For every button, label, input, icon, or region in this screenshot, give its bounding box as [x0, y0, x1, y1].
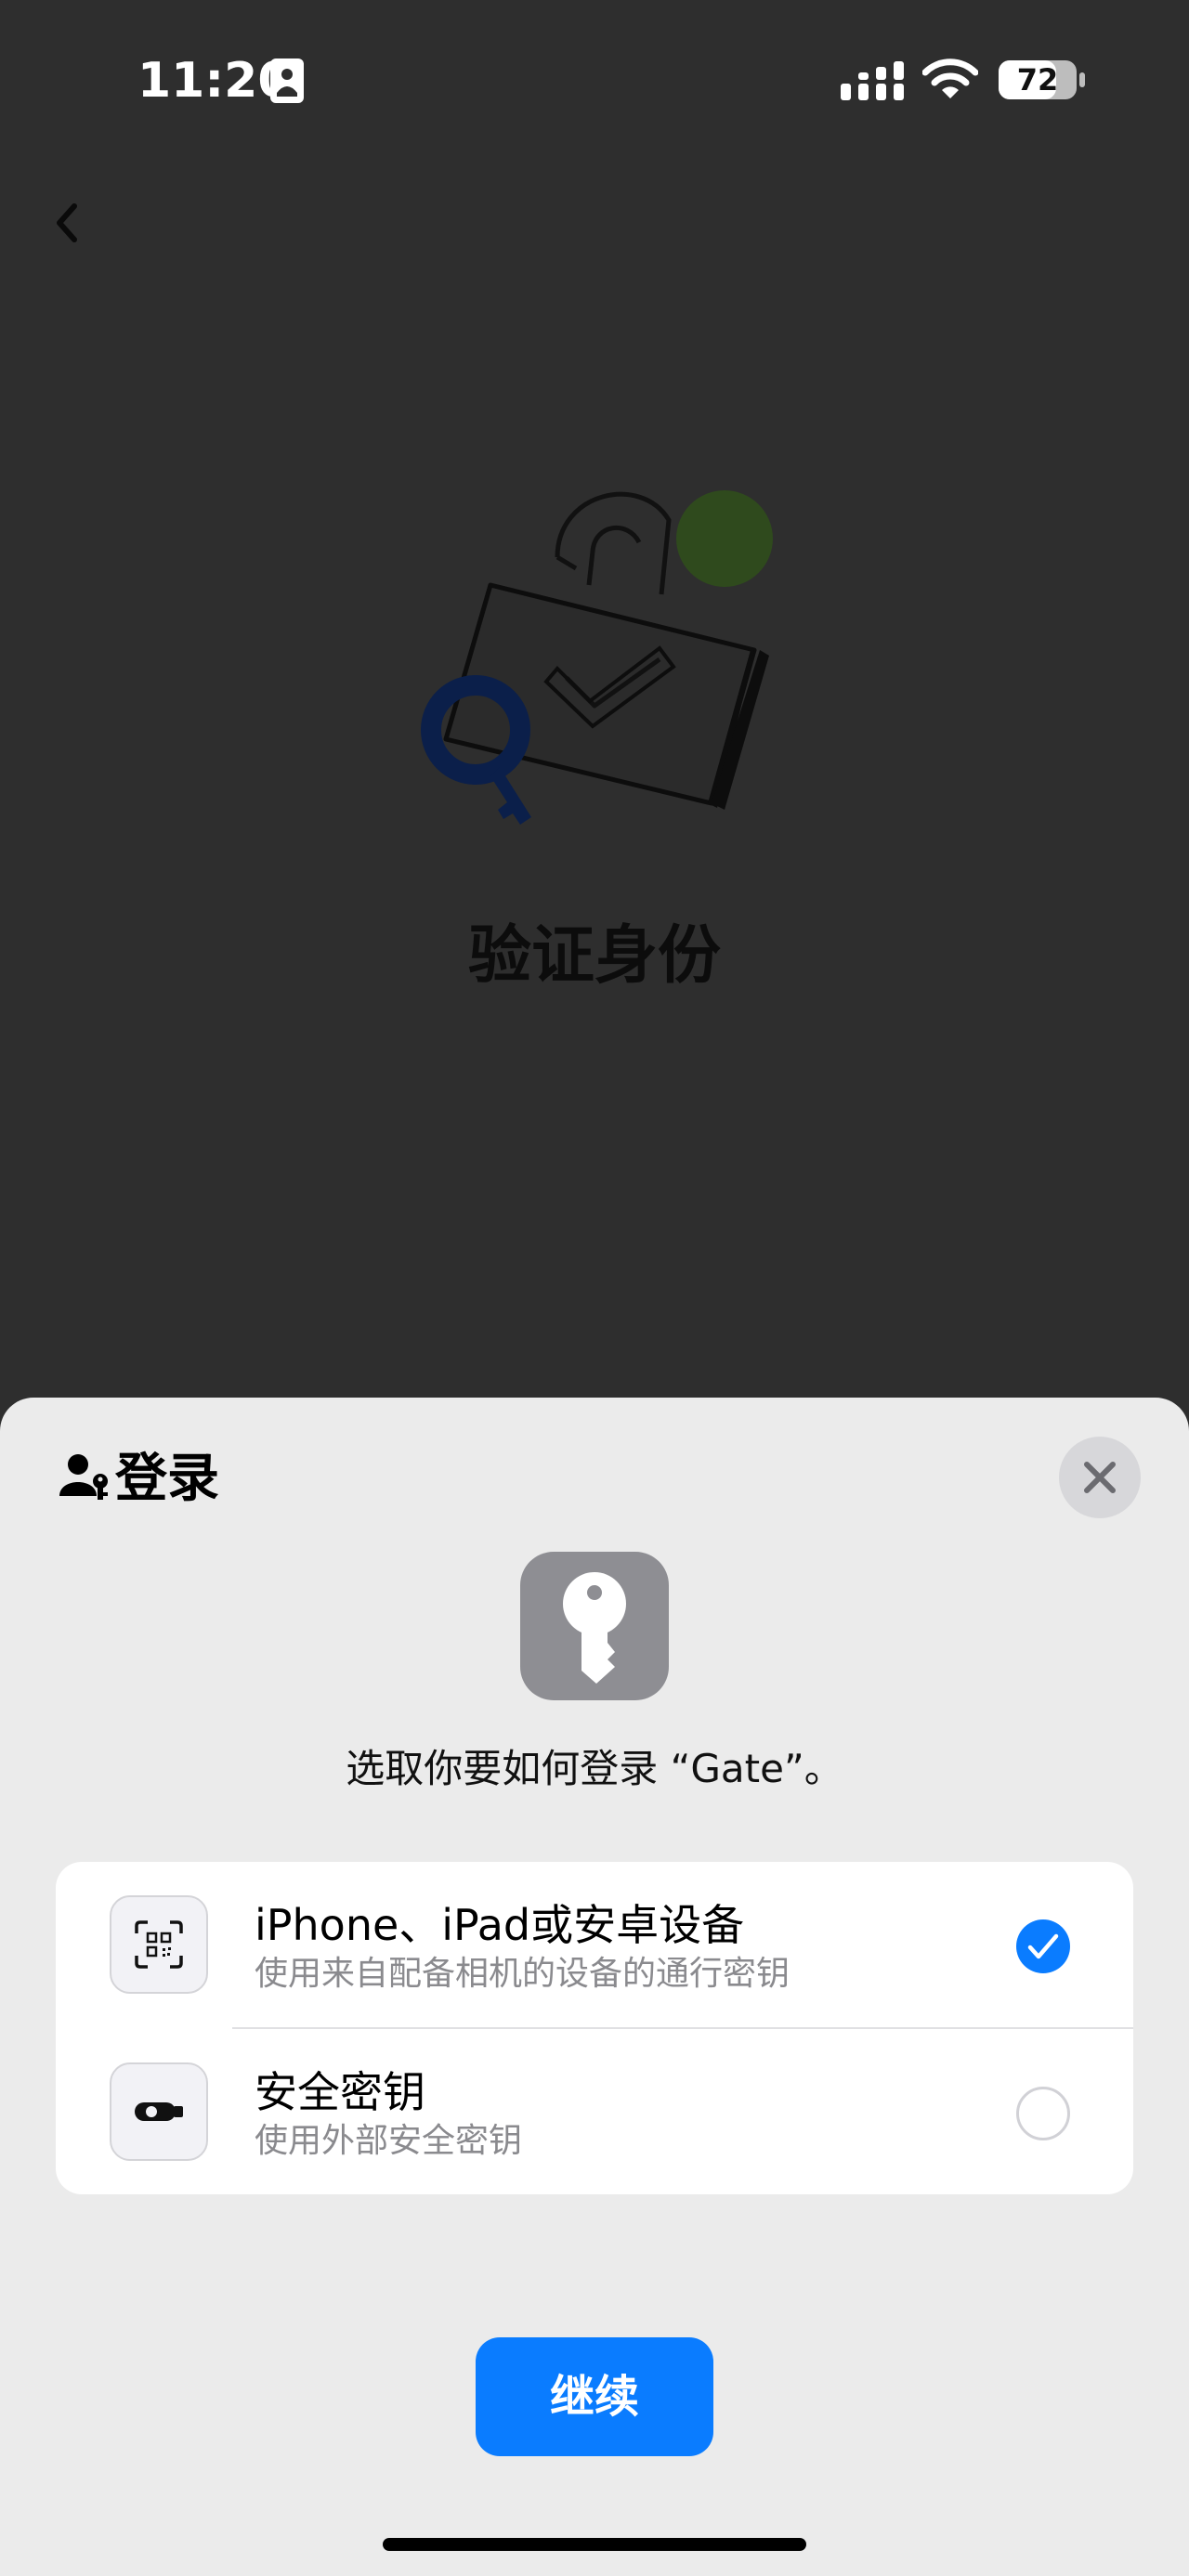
- option-icon-box: [110, 2062, 208, 2161]
- continue-button[interactable]: 继续: [476, 2337, 713, 2456]
- back-chevron-icon[interactable]: [48, 195, 85, 251]
- sign-in-sheet: 登录 选取你要如何登录 “Gate”。 iPhone、iPad或安卓设备 使用来…: [0, 1398, 1189, 2576]
- close-button[interactable]: [1059, 1437, 1141, 1518]
- option-subtitle: 使用来自配备相机的设备的通行密钥: [255, 1955, 790, 1993]
- unselected-radio[interactable]: [1016, 2087, 1070, 2140]
- lock-key-illustration: [421, 490, 773, 825]
- cellular-signal-icon: [841, 61, 904, 100]
- option-title: iPhone、iPad或安卓设备: [255, 1900, 745, 1950]
- close-icon: [1084, 1462, 1116, 1493]
- option-phone-device[interactable]: iPhone、iPad或安卓设备 使用来自配备相机的设备的通行密钥: [56, 1862, 1133, 2027]
- person-key-icon: [59, 1454, 108, 1500]
- status-time: 11:20: [137, 53, 292, 109]
- option-subtitle: 使用外部安全密钥: [255, 2122, 523, 2160]
- home-indicator[interactable]: [383, 2538, 806, 2551]
- key-icon: [563, 1572, 626, 1684]
- sheet-header-label: 登录: [115, 1449, 219, 1509]
- screen: 11:20 72 验证身份 登录 选取你要如何登录 “Gate”。 iPhone…: [0, 0, 1189, 2576]
- battery-icon: 72: [998, 59, 1087, 100]
- passwords-app-icon: [520, 1552, 669, 1700]
- id-card-icon: [270, 59, 304, 103]
- option-security-key[interactable]: 安全密钥 使用外部安全密钥: [56, 2029, 1133, 2194]
- option-title: 安全密钥: [255, 2067, 425, 2117]
- wifi-icon: [922, 59, 978, 98]
- option-icon-box: [110, 1895, 208, 1994]
- selected-radio[interactable]: [1016, 1919, 1070, 1973]
- battery-level: 72: [1016, 62, 1059, 98]
- sign-in-prompt: 选取你要如何登录 “Gate”。: [346, 1746, 843, 1791]
- checkmark-icon: [1027, 1933, 1059, 1959]
- sign-in-options-list: iPhone、iPad或安卓设备 使用来自配备相机的设备的通行密钥 安全密钥 使…: [56, 1862, 1133, 2194]
- page-title: 验证身份: [467, 919, 721, 993]
- usb-security-key-icon: [135, 2102, 183, 2121]
- qr-code-scan-icon: [135, 1920, 183, 1969]
